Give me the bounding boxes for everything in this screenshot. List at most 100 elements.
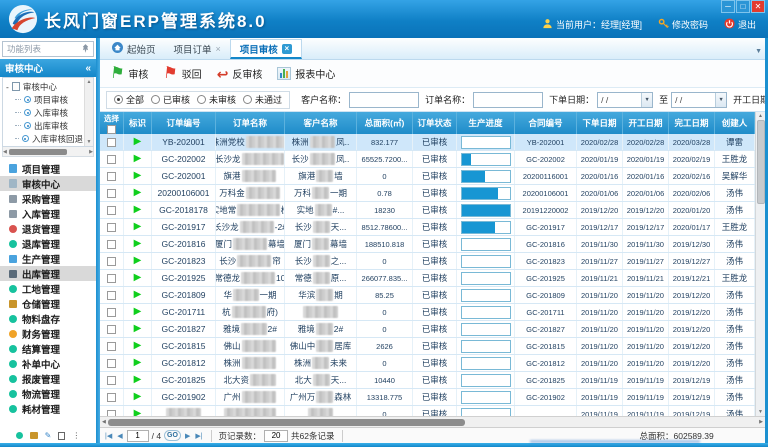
grid-hscrollbar[interactable]: ◀ ▶ [100,416,765,427]
maximize-button[interactable]: □ [736,0,750,13]
row-checkbox[interactable] [107,393,116,402]
sidebar-item-5[interactable]: 退库管理 [0,236,96,251]
tab-0[interactable]: 起始页 [103,39,165,59]
select-all-checkbox[interactable] [107,125,116,134]
table-row-11[interactable]: ▶GC-201827雅境某某某2#雅境某某2#0已审核GC-2018272019… [100,321,755,338]
tree-item-0[interactable]: 项目审核 [6,93,83,106]
footer-pen-icon[interactable]: ✎ [45,432,52,440]
table-row-8[interactable]: ▶GC-201925常德龙某某某某10常德某某原...266077.835...… [100,270,755,287]
column-header-11[interactable]: 完工日期 [669,112,715,134]
tree-item-2[interactable]: 出库审核 [6,119,83,132]
radio-icon[interactable] [197,95,206,104]
column-header-0[interactable]: 选择 [100,112,124,134]
sidebar-item-10[interactable]: 物料盘存 [0,311,96,326]
scroll-down-icon[interactable]: ▼ [758,409,763,415]
row-checkbox[interactable] [107,291,116,300]
row-checkbox[interactable] [107,172,116,181]
footer-dot-icon[interactable] [16,432,23,439]
radio-icon[interactable] [151,95,160,104]
row-checkbox[interactable] [107,257,116,266]
column-header-3[interactable]: 订单名称 [216,112,285,134]
expander-icon[interactable]: - [6,82,9,92]
table-row-5[interactable]: ▶GC-201917长沙龙某某某某-2#长沙某某天...8512.78600..… [100,219,755,236]
row-checkbox[interactable] [107,223,116,232]
scroll-left-icon[interactable]: ◀ [102,419,106,425]
prev-page-button[interactable]: ◀ [116,432,123,440]
tree-vscrollbar[interactable]: ▲▼ [84,78,93,146]
tree-item-3[interactable]: 入库审核回退 [6,132,83,145]
dropdown-arrow-icon[interactable]: ▼ [641,93,652,107]
row-checkbox[interactable] [107,376,116,385]
scroll-right-icon[interactable]: ▶ [759,419,763,425]
function-list-search[interactable]: 功能列表 [2,41,94,57]
row-checkbox[interactable] [107,274,116,283]
last-page-button[interactable]: ▶| [194,432,203,440]
footer-more-icon[interactable]: ⋮ [72,432,80,440]
filter-radio-2[interactable]: 未审核 [197,93,236,106]
first-page-button[interactable]: |◀ [104,432,113,440]
table-row-9[interactable]: ▶GC-201809华某某某一期华滨某某期85.25已审核GC-20180920… [100,287,755,304]
tab-2[interactable]: 项目审核× [230,39,302,59]
column-header-5[interactable]: 总面积(㎡) [357,112,413,134]
minimize-button[interactable]: ─ [721,0,735,13]
column-header-1[interactable]: 标识 [124,112,152,134]
row-checkbox[interactable] [107,155,116,164]
footer-doc-icon[interactable] [58,432,65,440]
tab-1[interactable]: 项目订单× [165,39,230,59]
column-header-7[interactable]: 生产进度 [457,112,515,134]
sidebar-item-6[interactable]: 生产管理 [0,251,96,266]
table-row-3[interactable]: ▶20200106001万科金某某某某万科某某一期0.78已审核20200106… [100,185,755,202]
reject-button[interactable]: 驳回 [159,64,210,83]
sidebar-item-16[interactable]: 耗材管理 [0,401,96,416]
hscroll-thumb[interactable] [108,419,465,426]
audit-button[interactable]: 审核 [106,64,157,83]
row-checkbox[interactable] [107,240,116,249]
table-row-0[interactable]: ▶YB-202001株洲党校某某某某某株洲某某某凤..832.177已审核YB-… [100,134,755,151]
sidebar-item-14[interactable]: 报废管理 [0,371,96,386]
vscroll-thumb[interactable] [757,120,765,204]
sidebar-item-2[interactable]: 采购管理 [0,191,96,206]
table-row-1[interactable]: ▶GC-202002长沙龙某某某某某长沙某某某凤..65525.7200...已… [100,151,755,168]
tree-root-item[interactable]: -审核中心 [6,80,83,93]
table-row-15[interactable]: ▶GC-201902广州某某某某广州万某某森林13318.775已审核GC-20… [100,389,755,406]
row-checkbox[interactable] [107,325,116,334]
column-header-10[interactable]: 开工日期 [623,112,669,134]
logout-link[interactable]: 退出 [724,18,756,31]
sidebar-item-3[interactable]: 入库管理 [0,206,96,221]
reverse-audit-button[interactable]: 反审核 [213,64,272,83]
radio-icon[interactable] [114,95,123,104]
table-row-2[interactable]: ▶GC-202001旗港某某某某旗港某某墙0已审核202001160012020… [100,168,755,185]
order-name-input[interactable] [473,92,543,108]
table-row-4[interactable]: ▶GC-2018178实地常某某某某某栋实地某某#...18230已审核2019… [100,202,755,219]
row-checkbox[interactable] [107,359,116,368]
sidebar-item-7[interactable]: 出库管理 [0,266,96,281]
close-button[interactable]: ✕ [751,0,765,13]
radio-icon[interactable] [243,95,252,104]
sidebar-item-15[interactable]: 物流管理 [0,386,96,401]
table-row-7[interactable]: ▶GC-201823长沙某某某某帘长沙某某之...0已审核GC-20182320… [100,253,755,270]
table-row-14[interactable]: ▶GC-201825北大资某某某北大某某天...10440已审核GC-20182… [100,372,755,389]
row-checkbox[interactable] [107,342,116,351]
go-button[interactable]: GO [164,430,181,441]
sidebar-item-12[interactable]: 结算管理 [0,341,96,356]
column-header-4[interactable]: 客户名称 [285,112,357,134]
sidebar-item-1[interactable]: 审核中心 [0,176,96,191]
footer-cart-icon[interactable] [30,432,38,439]
table-row-13[interactable]: ▶GC-201812株洲某某某某株洲某某未来0已审核GC-2018122019/… [100,355,755,372]
sidebar-item-4[interactable]: 退货管理 [0,221,96,236]
sidebar-item-13[interactable]: 补单中心 [0,356,96,371]
tab-scroll-icon[interactable]: ▼ [755,48,762,55]
row-checkbox[interactable] [107,189,116,198]
column-header-2[interactable]: 订单编号 [152,112,216,134]
tab-close-icon[interactable]: × [216,45,221,54]
column-header-8[interactable]: 合同编号 [515,112,577,134]
sidebar-item-9[interactable]: 仓储管理 [0,296,96,311]
change-password-link[interactable]: 修改密码 [658,18,708,31]
row-checkbox[interactable] [107,308,116,317]
page-number-input[interactable] [127,430,149,442]
sidebar-item-0[interactable]: 项目管理 [0,161,96,176]
table-row-16[interactable]: ▶某某某某某某某某某某某某某0已审核2019/11/192019/11/1920… [100,406,755,416]
pin-icon[interactable] [82,44,89,55]
tab-close-icon[interactable]: × [282,44,292,54]
sidebar-item-11[interactable]: 财务管理 [0,326,96,341]
